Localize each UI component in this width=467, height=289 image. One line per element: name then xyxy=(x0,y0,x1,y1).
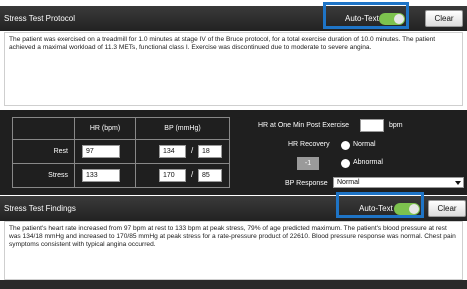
hr-one-min-input[interactable] xyxy=(360,119,384,132)
hr-recovery-value: -1 xyxy=(297,157,319,170)
stress-row-label: Stress xyxy=(13,164,75,187)
hr-recovery-normal-label: Normal xyxy=(353,141,376,148)
bp-response-selected-value: Normal xyxy=(337,179,360,186)
protocol-clear-button[interactable]: Clear xyxy=(425,10,463,27)
stress-test-window: Stress Test Protocol Auto-Text Clear The… xyxy=(0,0,467,289)
hr-column-header: HR (bpm) xyxy=(75,118,136,140)
vitals-table: HR (bpm) BP (mmHg) Rest Stress 97 134 / … xyxy=(12,117,230,188)
rest-bp-slash: / xyxy=(191,146,194,155)
protocol-panel-title: Stress Test Protocol xyxy=(4,14,75,23)
protocol-autotext-highlight xyxy=(323,2,409,29)
stress-hr-input[interactable]: 133 xyxy=(82,169,120,182)
hr-one-min-unit: bpm xyxy=(389,122,403,129)
rest-bp-diastolic-input[interactable]: 18 xyxy=(198,145,222,158)
stress-bp-diastolic-input[interactable]: 85 xyxy=(198,169,222,182)
findings-clear-button[interactable]: Clear xyxy=(428,200,466,217)
vitals-corner-cell xyxy=(13,118,75,140)
bp-response-label: BP Response xyxy=(285,180,328,187)
rest-hr-input[interactable]: 97 xyxy=(82,145,120,158)
hr-recovery-label: HR Recovery xyxy=(288,141,330,148)
hr-one-min-label: HR at One Min Post Exercise xyxy=(258,122,350,129)
findings-panel-title: Stress Test Findings xyxy=(4,204,76,213)
protocol-text-area[interactable]: The patient was exercised on a treadmill… xyxy=(4,32,463,106)
bp-response-select[interactable]: Normal xyxy=(333,177,464,188)
rest-bp-systolic-input[interactable]: 134 xyxy=(159,145,186,158)
findings-text-area[interactable]: The patient's heart rate increased from … xyxy=(4,221,463,280)
rest-row-label: Rest xyxy=(13,140,75,164)
findings-autotext-highlight xyxy=(336,192,424,218)
hr-recovery-abnormal-label: Abnormal xyxy=(353,159,383,166)
hr-recovery-abnormal-radio[interactable] xyxy=(341,159,350,168)
stress-bp-systolic-input[interactable]: 170 xyxy=(159,169,186,182)
bp-column-header: BP (mmHg) xyxy=(136,118,229,140)
chevron-down-icon xyxy=(455,181,461,185)
hr-recovery-normal-radio[interactable] xyxy=(341,141,350,150)
vitals-section: HR (bpm) BP (mmHg) Rest Stress 97 134 / … xyxy=(0,110,467,195)
bottom-strip xyxy=(0,280,467,289)
stress-bp-slash: / xyxy=(191,170,194,179)
